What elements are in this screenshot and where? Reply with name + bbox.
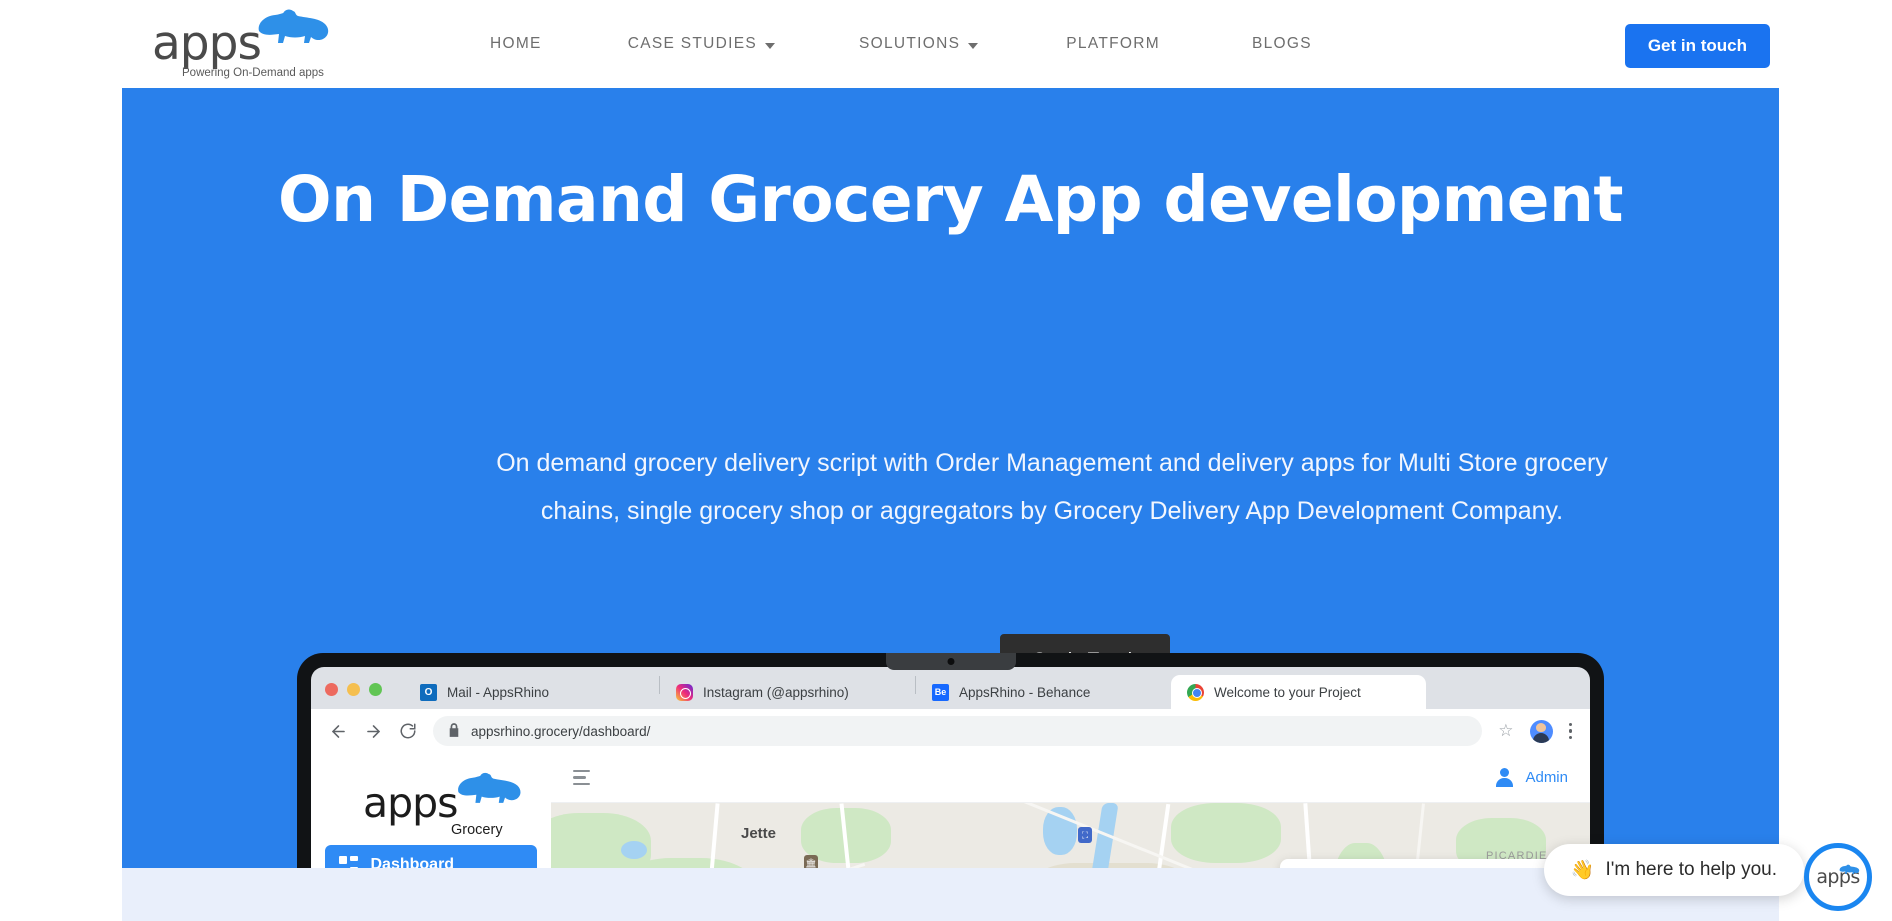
- maximize-window-icon[interactable]: [369, 683, 382, 696]
- dashboard-header: Admin: [551, 753, 1590, 803]
- nav-item-case-studies-label: CASE STUDIES: [627, 35, 757, 52]
- webcam-icon: [947, 658, 954, 665]
- admin-user-label: Admin: [1525, 769, 1568, 786]
- browser-tab-strip: O Mail - AppsRhino Instagram (@appsrhino…: [311, 667, 1590, 709]
- avatar-icon[interactable]: [1529, 719, 1553, 743]
- chrome-icon: [1187, 683, 1204, 701]
- dashboard-sidebar: apps Grocery Dashboard: [311, 753, 551, 868]
- transit-icon: ⛶: [1078, 827, 1092, 843]
- rhino-icon: [1838, 862, 1860, 880]
- chevron-down-icon: [968, 42, 979, 49]
- nav-item-case-studies[interactable]: CASE STUDIES: [628, 35, 775, 53]
- map-label-city: Jette: [741, 825, 777, 842]
- lock-icon: [448, 722, 460, 740]
- grocery-dashboard: apps Grocery Dashboard Admin Jette 🏛 PIC…: [311, 753, 1590, 868]
- rhino-icon: [453, 772, 523, 810]
- arrow-right-icon[interactable]: [364, 722, 383, 741]
- browser-tab[interactable]: Instagram (@appsrhino): [660, 675, 915, 709]
- nav-item-blogs-label: BLOGS: [1251, 35, 1312, 52]
- hamburger-icon[interactable]: [573, 769, 590, 786]
- browser-toolbar: appsrhino.grocery/dashboard/ ☆: [311, 709, 1590, 753]
- waving-hand-icon: 👋: [1570, 860, 1595, 881]
- dashboard-logo: apps Grocery: [325, 769, 537, 845]
- arrow-left-icon[interactable]: [329, 722, 348, 741]
- rhino-icon: [253, 9, 331, 50]
- get-in-touch-button[interactable]: Get in touch: [1624, 24, 1770, 68]
- nav-item-platform-label: PLATFORM: [1066, 35, 1160, 52]
- star-icon[interactable]: ☆: [1498, 721, 1513, 741]
- chat-greeting-bubble[interactable]: 👋 I'm here to help you.: [1543, 844, 1804, 896]
- site-logo[interactable]: apps Powering On-Demand apps: [150, 8, 340, 80]
- behance-icon: Be: [932, 683, 949, 701]
- sidebar-item-dashboard[interactable]: Dashboard: [325, 845, 537, 868]
- nav-item-solutions-label: SOLUTIONS: [859, 35, 961, 52]
- laptop-mockup: O Mail - AppsRhino Instagram (@appsrhino…: [297, 653, 1604, 868]
- below-hero-band: [122, 868, 1779, 921]
- page-title: On Demand Grocery App development: [278, 163, 1623, 236]
- site-logo-word: apps: [152, 16, 262, 71]
- hero-section: On Demand Grocery App development On dem…: [122, 88, 1779, 868]
- kebab-menu-icon[interactable]: [1568, 722, 1572, 740]
- map-park: [1171, 803, 1281, 863]
- nav-item-home-label: HOME: [490, 35, 542, 52]
- window-controls: [325, 683, 382, 709]
- browser-tab-title: Welcome to your Project: [1214, 684, 1361, 700]
- outlook-icon: O: [420, 683, 437, 701]
- nav-item-platform[interactable]: PLATFORM: [1066, 35, 1160, 53]
- dashboard-main: Admin Jette 🏛 PICARDIE ⛶: [551, 753, 1590, 868]
- hero-subtitle: On demand grocery delivery script with O…: [496, 449, 1608, 525]
- nav-item-blogs[interactable]: BLOGS: [1252, 35, 1312, 53]
- chat-greeting-text: I'm here to help you.: [1605, 859, 1777, 880]
- browser-tab-title: AppsRhino - Behance: [959, 684, 1091, 700]
- reload-icon[interactable]: [399, 722, 417, 740]
- chat-launcher-button[interactable]: apps: [1804, 843, 1872, 911]
- sidebar-item-label: Dashboard: [370, 856, 455, 868]
- map-pond: [621, 841, 647, 859]
- nav-item-home[interactable]: HOME: [490, 35, 542, 53]
- nav-item-solutions[interactable]: SOLUTIONS: [859, 35, 979, 53]
- top-navbar: apps Powering On-Demand apps HOME CASE S…: [0, 0, 1892, 88]
- agent-map[interactable]: Jette 🏛 René Magritte Museum PICARDIE R2…: [551, 803, 1590, 868]
- minimize-window-icon[interactable]: [347, 683, 360, 696]
- address-bar-url: appsrhino.grocery/dashboard/: [471, 723, 651, 739]
- dashboard-logo-word: apps: [363, 779, 459, 827]
- browser-tab-title: Mail - AppsRhino: [447, 684, 550, 700]
- primary-nav: HOME CASE STUDIES SOLUTIONS PLATFORM BLO…: [490, 0, 1312, 88]
- chevron-down-icon: [765, 42, 775, 49]
- grid-icon: [339, 856, 358, 868]
- admin-user-icon: [1496, 767, 1518, 788]
- instagram-icon: [676, 683, 693, 701]
- close-window-icon[interactable]: [325, 683, 338, 696]
- browser-window: O Mail - AppsRhino Instagram (@appsrhino…: [311, 667, 1590, 868]
- site-logo-tagline: Powering On-Demand apps: [182, 67, 324, 79]
- browser-tab-title: Instagram (@appsrhino): [703, 684, 849, 700]
- museum-icon: 🏛: [804, 855, 818, 868]
- address-bar[interactable]: appsrhino.grocery/dashboard/: [433, 716, 1483, 746]
- browser-tab-active[interactable]: Welcome to your Project: [1171, 675, 1426, 709]
- browser-tab[interactable]: Be AppsRhino - Behance: [916, 675, 1171, 709]
- browser-tab[interactable]: O Mail - AppsRhino: [404, 675, 659, 709]
- admin-user-chip[interactable]: Admin: [1496, 767, 1568, 788]
- dashboard-logo-sub: Grocery: [451, 822, 503, 838]
